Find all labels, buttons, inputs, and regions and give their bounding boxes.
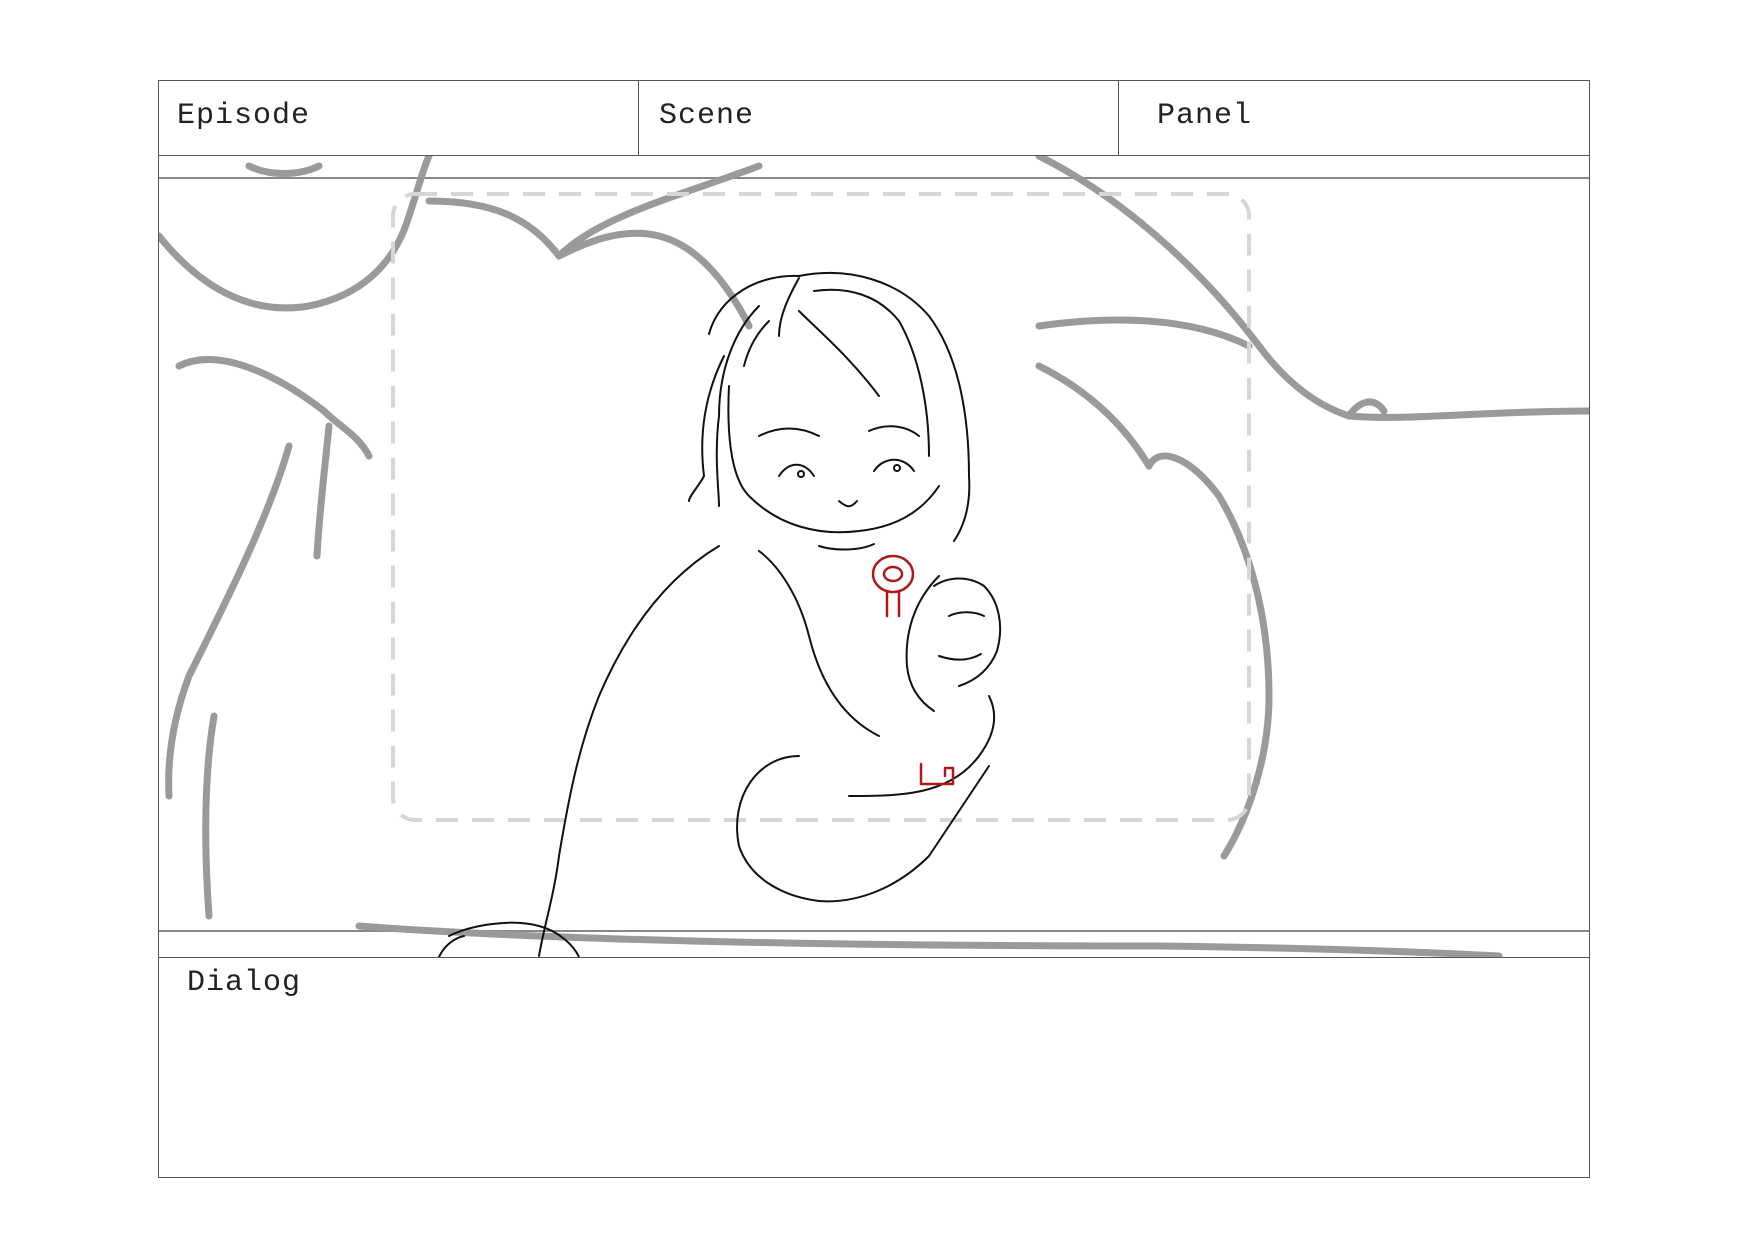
episode-field[interactable]: Episode	[159, 81, 639, 155]
panel-drawing-area	[159, 156, 1589, 957]
background-figures	[159, 156, 1589, 957]
key-icon	[871, 554, 955, 786]
episode-label: Episode	[177, 99, 311, 133]
scene-label: Scene	[659, 99, 755, 133]
safe-frame-guide	[391, 192, 1251, 822]
scene-field[interactable]: Scene	[639, 81, 1119, 155]
storyboard-page: Episode Scene Panel Dialog	[0, 0, 1754, 1240]
panel-field[interactable]: Panel	[1119, 81, 1589, 155]
dialog-box[interactable]: Dialog	[159, 957, 1589, 1177]
storyboard-sheet: Episode Scene Panel Dialog	[158, 80, 1590, 1178]
dialog-label: Dialog	[187, 966, 302, 1000]
panel-label: Panel	[1157, 99, 1253, 133]
character-sketch	[438, 272, 1002, 957]
header-row: Episode Scene Panel	[159, 81, 1589, 156]
sketch-illustration	[159, 156, 1589, 957]
